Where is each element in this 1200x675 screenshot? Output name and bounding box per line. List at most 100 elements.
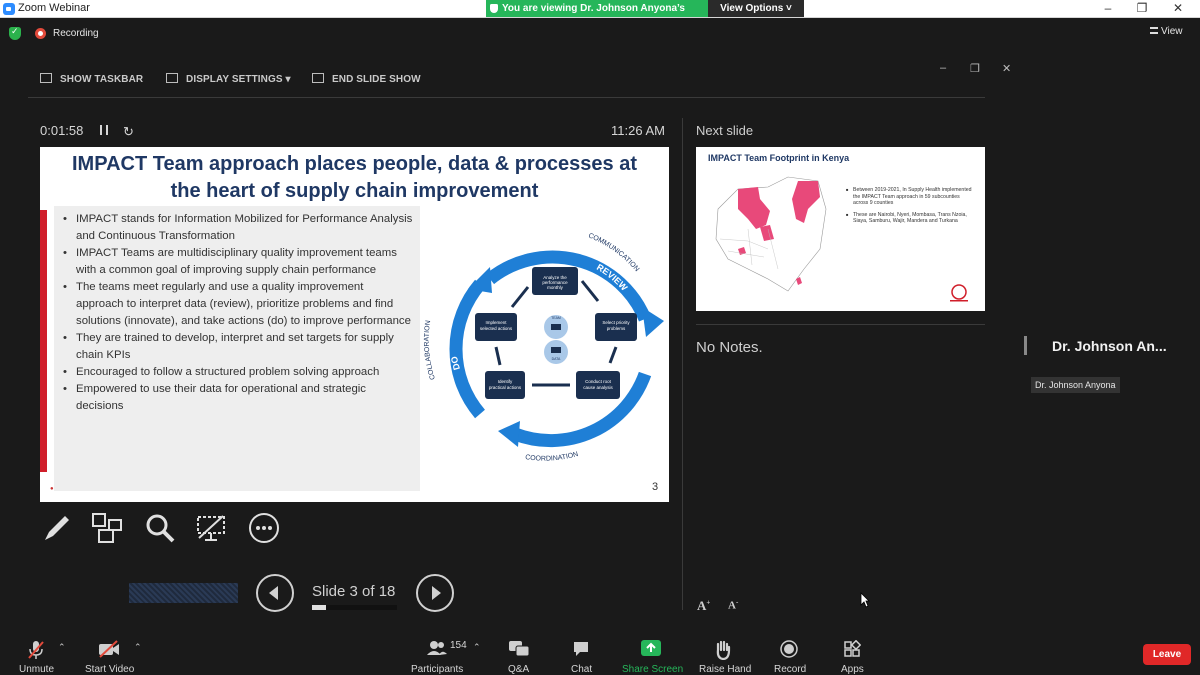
- previous-slide-button[interactable]: [256, 574, 294, 612]
- coordination-label: COORDINATION: [525, 451, 579, 463]
- cycle-arrowhead: [468, 267, 492, 293]
- display-settings-button[interactable]: DISPLAY SETTINGS ▾: [166, 73, 291, 85]
- qa-label: Q&A: [508, 664, 530, 675]
- decrease-font-button[interactable]: A-: [728, 598, 738, 612]
- minimize-icon[interactable]: –: [1100, 1, 1116, 15]
- next-slide-button[interactable]: [416, 574, 454, 612]
- slide-timer: 0:01:58: [40, 123, 84, 138]
- audio-options-chevron-icon[interactable]: ⌃: [58, 642, 66, 653]
- view-label: View: [1161, 26, 1183, 37]
- slide-title-line2: the heart of supply chain improvement: [170, 180, 539, 202]
- chat-label: Chat: [571, 664, 593, 675]
- next-slide-label: Next slide: [696, 123, 754, 138]
- window-title-bar: Zoom Webinar You are viewing Dr. Johnson…: [0, 0, 1200, 31]
- magnifier-icon: [146, 514, 175, 543]
- end-slide-show-button[interactable]: END SLIDE SHOW: [312, 73, 421, 85]
- slide-bullet: They are trained to develop, interpret a…: [62, 330, 414, 364]
- view-layout-button[interactable]: View: [1150, 26, 1183, 37]
- next-slide-title: IMPACT Team Footprint in Kenya: [708, 153, 850, 163]
- view-options-button[interactable]: View Options ˅: [708, 0, 804, 17]
- leave-button[interactable]: Leave: [1143, 644, 1191, 665]
- team-icon: [551, 324, 561, 330]
- current-slide: IMPACT Team approach places people, data…: [40, 147, 669, 502]
- presenter-name: Dr. Johnson An...: [1052, 338, 1167, 354]
- share-screen-label: Share Screen: [622, 664, 684, 675]
- end-show-icon: [312, 73, 324, 83]
- record-icon: [780, 640, 798, 658]
- more-icon: [249, 513, 279, 543]
- next-slide-bullet: These are Nairobi, Nyeri, Mombasa, Trans…: [846, 212, 976, 225]
- display-settings-icon: [166, 73, 178, 83]
- pen-tool-button[interactable]: [41, 512, 73, 549]
- slide-scrubber[interactable]: [129, 583, 238, 603]
- mouse-cursor-icon: [860, 592, 870, 608]
- svg-text:COORDINATION: COORDINATION: [525, 451, 579, 463]
- increase-font-button[interactable]: A+: [697, 598, 710, 614]
- slide-title: IMPACT Team approach places people, data…: [40, 151, 669, 205]
- next-slide-bullet: Between 2019-2021, In Supply Health impl…: [846, 187, 976, 207]
- record-label: Record: [774, 664, 807, 675]
- slide-page-number: 3: [652, 481, 659, 493]
- inner-arrow: [580, 280, 600, 302]
- slide-bullet: Encouraged to follow a structured proble…: [62, 364, 414, 381]
- zoom-app-icon: [3, 3, 15, 15]
- recording-icon: [35, 28, 46, 39]
- apps-label: Apps: [841, 664, 864, 675]
- slide-progress-bar: [312, 605, 397, 610]
- svg-text:INNOVATE: INNOVATE: [520, 418, 566, 431]
- inner-arrow: [494, 346, 502, 366]
- zoom-slide-button[interactable]: [144, 512, 176, 549]
- collaboration-label: COLLABORATION: [424, 320, 437, 381]
- pause-icon[interactable]: [100, 125, 108, 135]
- speaker-notes: No Notes.: [696, 339, 763, 356]
- encryption-shield-icon[interactable]: [9, 26, 21, 40]
- slides-grid-icon: [92, 513, 122, 543]
- slide-bullet: Empowered to use their data for operatio…: [62, 381, 414, 415]
- show-taskbar-button[interactable]: SHOW TASKBAR: [40, 73, 143, 85]
- slide-progress-fill: [312, 605, 327, 610]
- taskbar-icon: [40, 73, 52, 83]
- slide-title-line1: IMPACT Team approach places people, data…: [72, 153, 637, 175]
- meeting-top-bar: Recording View: [0, 18, 1200, 48]
- reset-timer-icon[interactable]: ↻: [123, 124, 134, 140]
- participants-icon: [427, 641, 447, 655]
- close-icon[interactable]: ✕: [1170, 1, 1186, 15]
- slide-bullet-list: IMPACT stands for Information Mobilized …: [62, 211, 414, 415]
- inner-arrow: [510, 286, 530, 308]
- svg-text:COLLABORATION: COLLABORATION: [424, 320, 437, 381]
- black-screen-button[interactable]: [195, 512, 227, 549]
- screen-off-icon: [197, 515, 225, 541]
- raise-hand-icon: [716, 640, 731, 660]
- chat-icon: [574, 642, 588, 656]
- pen-icon: [45, 516, 69, 540]
- raise-hand-label: Raise Hand: [699, 664, 752, 675]
- kenya-map: [715, 176, 827, 292]
- data-label: DATA: [552, 357, 561, 361]
- more-options-button[interactable]: [248, 512, 280, 549]
- step-label: Conduct root cause analysis: [583, 379, 613, 390]
- microphone-muted-icon: [28, 641, 44, 659]
- apps-icon: [844, 640, 861, 657]
- restore-icon[interactable]: ❐: [1134, 1, 1150, 15]
- data-icon: [551, 347, 561, 353]
- next-slide-bullets: Between 2019-2021, In Supply Health impl…: [846, 187, 976, 230]
- presenter-restore-icon[interactable]: ❐: [970, 62, 980, 75]
- presenter-minimize-icon[interactable]: –: [940, 62, 946, 74]
- see-all-slides-button[interactable]: [91, 512, 123, 549]
- review-label: REVIEW: [595, 262, 630, 293]
- cycle-arrow-left: [449, 279, 486, 419]
- impact-cycle-diagram: REVIEW COMMUNICATION INNOVATE COORDINATI…: [424, 232, 664, 463]
- video-panel-handle[interactable]: [1024, 336, 1027, 355]
- participants-chevron-icon[interactable]: ⌃: [473, 642, 481, 653]
- viewing-screen-banner: You are viewing Dr. Johnson Anyona’s scr…: [486, 0, 708, 31]
- presenter-close-icon[interactable]: ✕: [1002, 62, 1011, 75]
- show-taskbar-label: SHOW TASKBAR: [60, 74, 144, 85]
- video-options-chevron-icon[interactable]: ⌃: [134, 642, 142, 653]
- notes-divider: [696, 324, 985, 325]
- next-slide-preview[interactable]: IMPACT Team Footprint in Kenya Between 2…: [696, 147, 985, 311]
- unmute-label: Unmute: [19, 664, 55, 675]
- pane-divider[interactable]: [682, 118, 683, 610]
- inner-arrow: [608, 346, 618, 364]
- current-time: 11:26 AM: [611, 123, 665, 138]
- team-label: TEAM: [551, 316, 561, 320]
